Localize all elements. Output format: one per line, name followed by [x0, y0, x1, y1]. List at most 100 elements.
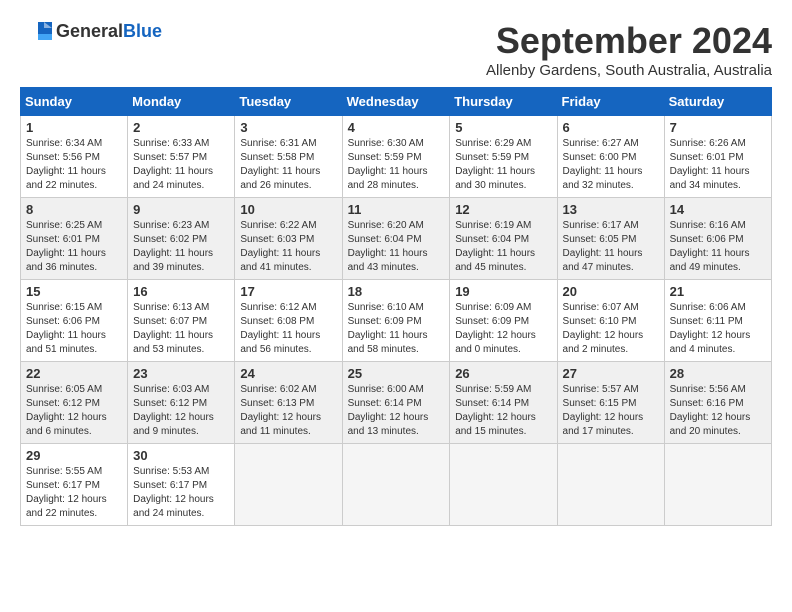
- day-info: Sunrise: 6:30 AMSunset: 5:59 PMDaylight:…: [348, 137, 445, 193]
- table-row: 16 Sunrise: 6:13 AMSunset: 6:07 PMDayligh…: [128, 280, 235, 362]
- day-number: 5: [455, 120, 551, 135]
- table-row: 19 Sunrise: 6:09 AMSunset: 6:09 PMDayligh…: [450, 280, 557, 362]
- table-row: 26Sunrise: 5:59 AMSunset: 6:14 PMDayligh…: [450, 362, 557, 444]
- day-info: Sunrise: 6:16 AMSunset: 6:06 PMDaylight:…: [670, 219, 766, 275]
- table-row: 25 Sunrise: 6:00 AMSunset: 6:14 PMDayligh…: [342, 362, 450, 444]
- day-info: Sunrise: 6:27 AMSunset: 6:00 PMDaylight:…: [563, 137, 659, 193]
- day-number: 16: [133, 284, 229, 299]
- day-info: Sunrise: 6:02 AMSunset: 6:13 PMDaylight:…: [240, 383, 336, 439]
- calendar-week-row: 22 Sunrise: 6:05 AMSunset: 6:12 PMDayligh…: [21, 362, 772, 444]
- day-info: Sunrise: 6:15 AMSunset: 6:06 PMDaylight:…: [26, 301, 122, 357]
- day-info: Sunrise: 6:06 AMSunset: 6:11 PMDaylight:…: [670, 301, 766, 357]
- day-number: 14: [670, 202, 766, 217]
- col-monday: Monday: [128, 88, 235, 116]
- day-info: Sunrise: 6:31 AMSunset: 5:58 PMDaylight:…: [240, 137, 336, 193]
- table-row: 7 Sunrise: 6:26 AMSunset: 6:01 PMDaylight…: [664, 116, 771, 198]
- day-number: 10: [240, 202, 336, 217]
- table-row: [557, 444, 664, 526]
- table-row: 15Sunrise: 6:15 AMSunset: 6:06 PMDayligh…: [21, 280, 128, 362]
- day-info: Sunrise: 6:17 AMSunset: 6:05 PMDaylight:…: [563, 219, 659, 275]
- logo-blue: Blue: [123, 21, 162, 41]
- col-thursday: Thursday: [450, 88, 557, 116]
- table-row: 24 Sunrise: 6:02 AMSunset: 6:13 PMDayligh…: [235, 362, 342, 444]
- table-row: 11Sunrise: 6:20 AMSunset: 6:04 PMDayligh…: [342, 198, 450, 280]
- table-row: 28Sunrise: 5:56 AMSunset: 6:16 PMDayligh…: [664, 362, 771, 444]
- day-info: Sunrise: 6:19 AMSunset: 6:04 PMDaylight:…: [455, 219, 551, 275]
- day-info: Sunrise: 6:25 AMSunset: 6:01 PMDaylight:…: [26, 219, 122, 275]
- table-row: 17 Sunrise: 6:12 AMSunset: 6:08 PMDayligh…: [235, 280, 342, 362]
- day-info: Sunrise: 6:26 AMSunset: 6:01 PMDaylight:…: [670, 137, 766, 193]
- table-row: 22 Sunrise: 6:05 AMSunset: 6:12 PMDayligh…: [21, 362, 128, 444]
- day-number: 28: [670, 366, 766, 381]
- table-row: [664, 444, 771, 526]
- table-row: 21 Sunrise: 6:06 AMSunset: 6:11 PMDayligh…: [664, 280, 771, 362]
- day-number: 17: [240, 284, 336, 299]
- subtitle: Allenby Gardens, South Australia, Austra…: [486, 62, 772, 79]
- calendar-week-row: 8 Sunrise: 6:25 AMSunset: 6:01 PMDaylight…: [21, 198, 772, 280]
- day-number: 6: [563, 120, 659, 135]
- table-row: 20Sunrise: 6:07 AMSunset: 6:10 PMDayligh…: [557, 280, 664, 362]
- table-row: 6 Sunrise: 6:27 AMSunset: 6:00 PMDaylight…: [557, 116, 664, 198]
- logo: GeneralBlue: [20, 20, 162, 42]
- day-info: Sunrise: 6:03 AMSunset: 6:12 PMDaylight:…: [133, 383, 229, 439]
- day-info: Sunrise: 6:13 AMSunset: 6:07 PMDaylight:…: [133, 301, 229, 357]
- table-row: 5Sunrise: 6:29 AMSunset: 5:59 PMDaylight…: [450, 116, 557, 198]
- day-number: 8: [26, 202, 122, 217]
- calendar-week-row: 1Sunrise: 6:34 AMSunset: 5:56 PMDaylight…: [21, 116, 772, 198]
- day-number: 21: [670, 284, 766, 299]
- table-row: 8 Sunrise: 6:25 AMSunset: 6:01 PMDaylight…: [21, 198, 128, 280]
- table-row: 9 Sunrise: 6:23 AMSunset: 6:02 PMDaylight…: [128, 198, 235, 280]
- table-row: 2Sunrise: 6:33 AMSunset: 5:57 PMDaylight…: [128, 116, 235, 198]
- day-info: Sunrise: 6:07 AMSunset: 6:10 PMDaylight:…: [563, 301, 659, 357]
- table-row: 23 Sunrise: 6:03 AMSunset: 6:12 PMDayligh…: [128, 362, 235, 444]
- month-title: September 2024: [486, 20, 772, 62]
- day-number: 30: [133, 448, 229, 463]
- day-number: 2: [133, 120, 229, 135]
- day-number: 12: [455, 202, 551, 217]
- table-row: 14 Sunrise: 6:16 AMSunset: 6:06 PMDayligh…: [664, 198, 771, 280]
- day-info: Sunrise: 6:05 AMSunset: 6:12 PMDaylight:…: [26, 383, 122, 439]
- day-number: 22: [26, 366, 122, 381]
- table-row: 4 Sunrise: 6:30 AMSunset: 5:59 PMDaylight…: [342, 116, 450, 198]
- day-number: 19: [455, 284, 551, 299]
- col-sunday: Sunday: [21, 88, 128, 116]
- table-row: 29 Sunrise: 5:55 AMSunset: 6:17 PMDayligh…: [21, 444, 128, 526]
- page-header: GeneralBlue September 2024 Allenby Garde…: [20, 20, 772, 79]
- table-row: 12 Sunrise: 6:19 AMSunset: 6:04 PMDayligh…: [450, 198, 557, 280]
- table-row: 10 Sunrise: 6:22 AMSunset: 6:03 PMDayligh…: [235, 198, 342, 280]
- col-saturday: Saturday: [664, 88, 771, 116]
- day-info: Sunrise: 5:59 AMSunset: 6:14 PMDaylight:…: [455, 383, 551, 439]
- day-info: Sunrise: 6:00 AMSunset: 6:14 PMDaylight:…: [348, 383, 445, 439]
- day-info: Sunrise: 6:09 AMSunset: 6:09 PMDaylight:…: [455, 301, 551, 357]
- table-row: 3Sunrise: 6:31 AMSunset: 5:58 PMDaylight…: [235, 116, 342, 198]
- table-row: 30 Sunrise: 5:53 AMSunset: 6:17 PMDayligh…: [128, 444, 235, 526]
- col-tuesday: Tuesday: [235, 88, 342, 116]
- title-area: September 2024 Allenby Gardens, South Au…: [486, 20, 772, 79]
- day-number: 18: [348, 284, 445, 299]
- table-row: [235, 444, 342, 526]
- calendar-week-row: 29 Sunrise: 5:55 AMSunset: 6:17 PMDayligh…: [21, 444, 772, 526]
- col-friday: Friday: [557, 88, 664, 116]
- table-row: [342, 444, 450, 526]
- col-wednesday: Wednesday: [342, 88, 450, 116]
- day-number: 25: [348, 366, 445, 381]
- day-number: 13: [563, 202, 659, 217]
- day-number: 24: [240, 366, 336, 381]
- day-info: Sunrise: 6:22 AMSunset: 6:03 PMDaylight:…: [240, 219, 336, 275]
- table-row: 27Sunrise: 5:57 AMSunset: 6:15 PMDayligh…: [557, 362, 664, 444]
- day-number: 7: [670, 120, 766, 135]
- day-info: Sunrise: 5:55 AMSunset: 6:17 PMDaylight:…: [26, 465, 122, 521]
- day-number: 4: [348, 120, 445, 135]
- day-number: 9: [133, 202, 229, 217]
- calendar-table: Sunday Monday Tuesday Wednesday Thursday…: [20, 87, 772, 526]
- day-info: Sunrise: 5:53 AMSunset: 6:17 PMDaylight:…: [133, 465, 229, 521]
- table-row: 18 Sunrise: 6:10 AMSunset: 6:09 PMDayligh…: [342, 280, 450, 362]
- day-number: 29: [26, 448, 122, 463]
- day-number: 27: [563, 366, 659, 381]
- day-info: Sunrise: 6:12 AMSunset: 6:08 PMDaylight:…: [240, 301, 336, 357]
- day-info: Sunrise: 6:10 AMSunset: 6:09 PMDaylight:…: [348, 301, 445, 357]
- day-number: 23: [133, 366, 229, 381]
- day-info: Sunrise: 6:23 AMSunset: 6:02 PMDaylight:…: [133, 219, 229, 275]
- calendar-header-row: Sunday Monday Tuesday Wednesday Thursday…: [21, 88, 772, 116]
- day-number: 1: [26, 120, 122, 135]
